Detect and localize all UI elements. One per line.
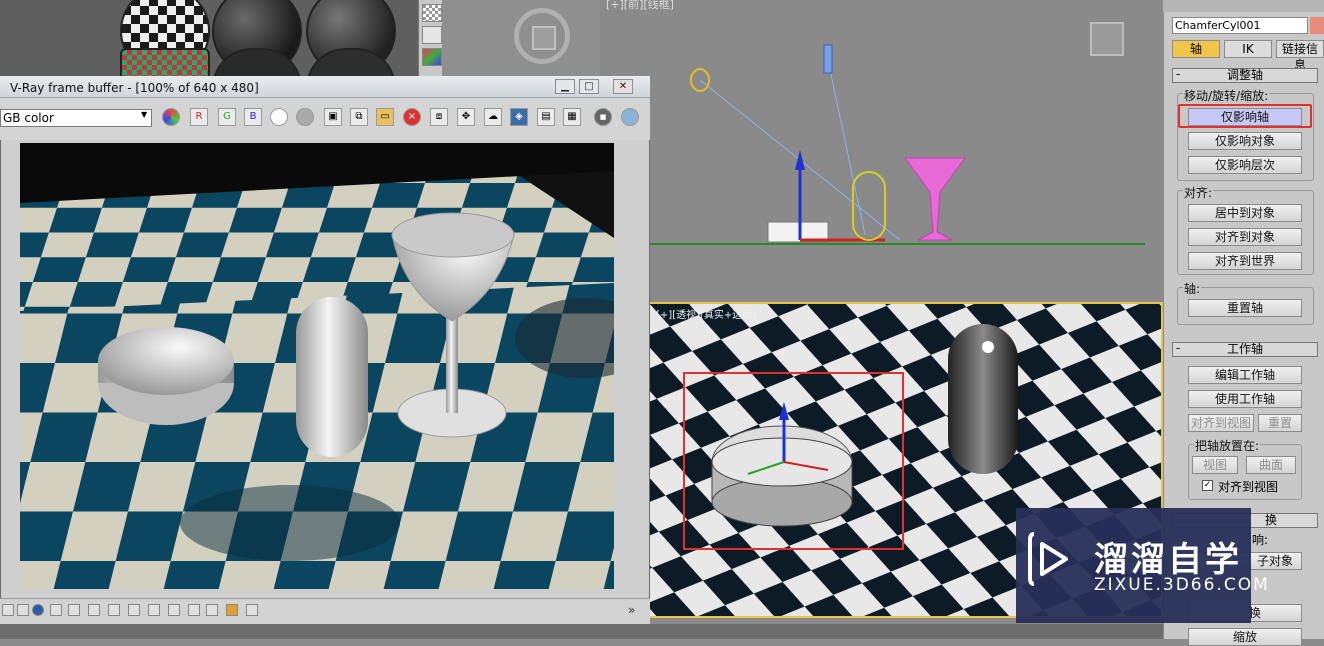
color-channels-icon[interactable] (162, 108, 180, 126)
history-icon[interactable]: ▦ (563, 108, 581, 126)
channel-dropdown-icon[interactable]: ▼ (141, 110, 147, 119)
mono-channel-icon[interactable] (296, 108, 314, 126)
window-maximize-icon[interactable]: □ (579, 79, 599, 94)
align-to-view-button[interactable]: 对齐到视图 (1188, 414, 1254, 432)
tab-link-info[interactable]: 链接信息 (1276, 40, 1324, 72)
expand-chevron-icon[interactable]: » (628, 603, 635, 617)
bottom-tool-12-icon[interactable] (206, 604, 218, 616)
channel-select[interactable]: GB color (0, 109, 152, 127)
surface-button[interactable]: 曲面 (1246, 456, 1296, 474)
tab-pivot[interactable]: 轴 (1172, 40, 1220, 58)
align-to-world-button[interactable]: 对齐到世界 (1188, 252, 1302, 270)
front-viewport-scene (650, 44, 1145, 245)
affect-partial-label: 响: (1252, 533, 1269, 547)
link-to-render-icon[interactable]: ☁ (484, 108, 502, 126)
sample-uv-icon[interactable] (422, 48, 442, 66)
rendered-image[interactable] (20, 143, 614, 589)
lens-effects-icon[interactable] (148, 604, 160, 616)
levels-icon[interactable] (88, 604, 100, 616)
save-image-icon[interactable]: ▣ (324, 108, 342, 126)
vfb-title: V-Ray frame buffer - [100% of 640 x 480] (10, 81, 259, 95)
green-channel-icon[interactable]: G (218, 108, 236, 126)
duplicate-to-mtl-icon[interactable]: ⧈ (430, 108, 448, 126)
align-to-view-check-label: 对齐到视图 (1218, 480, 1279, 494)
rollout-adjust-pivot[interactable]: - 调整轴 (1172, 68, 1318, 83)
rendered-scene (20, 143, 614, 589)
highlight-affect-pivot (1178, 104, 1312, 128)
bottom-tool-13-icon[interactable] (226, 604, 238, 616)
bottom-tool-10-icon[interactable] (168, 604, 180, 616)
bottom-tool-1-icon[interactable] (2, 604, 14, 616)
view-button[interactable]: 视图 (1192, 456, 1238, 474)
bottom-tool-2-icon[interactable] (17, 604, 29, 616)
region-render-icon[interactable]: ◈ (510, 108, 528, 126)
settings-gear-icon[interactable] (128, 604, 140, 616)
curve-icon[interactable] (108, 604, 120, 616)
compare-ab-icon[interactable]: ▤ (537, 108, 555, 126)
command-panel-tabs[interactable] (1163, 0, 1324, 12)
background-checker-icon[interactable] (422, 4, 442, 22)
bottom-tool-14-icon[interactable] (246, 604, 258, 616)
window-minimize-icon[interactable]: ▁ (555, 79, 575, 94)
center-to-object-button[interactable]: 居中到对象 (1188, 204, 1302, 222)
rollout-adjust-pivot-title: 调整轴 (1226, 68, 1263, 82)
material-editor-side-toolbar (418, 0, 443, 78)
h-icon[interactable] (188, 604, 200, 616)
object-name-field[interactable]: ChamferCyl001 (1172, 17, 1308, 34)
bottom-tool-4-icon[interactable] (50, 604, 62, 616)
scale-button[interactable]: 缩放 (1188, 628, 1302, 646)
stop-render-icon[interactable]: ■ (594, 108, 612, 126)
object-color-swatch[interactable] (1310, 17, 1324, 34)
align-to-view-checkbox[interactable]: ✓ (1202, 480, 1213, 491)
blue-channel-icon[interactable]: B (244, 108, 262, 126)
red-channel-icon[interactable]: R (190, 108, 208, 126)
rollout-working-pivot-title: 工作轴 (1226, 342, 1263, 356)
affect-object-only-button[interactable]: 仅影响对象 (1188, 132, 1302, 150)
align-to-object-button[interactable]: 对齐到对象 (1188, 228, 1302, 246)
front-viewcube-icon[interactable] (1090, 22, 1124, 56)
alpha-channel-icon[interactable] (270, 108, 288, 126)
save-all-icon[interactable]: ⧉ (350, 108, 368, 126)
viewcube-icon[interactable] (514, 8, 570, 64)
tab-ik[interactable]: IK (1224, 40, 1272, 58)
clear-image-icon[interactable]: × (403, 108, 421, 126)
front-viewport-label[interactable]: [+][前][线框] (606, 0, 674, 12)
render-icon[interactable] (621, 108, 639, 126)
window-close-icon[interactable]: ✕ (613, 79, 633, 94)
affect-hierarchy-only-button[interactable]: 仅影响层次 (1188, 156, 1302, 174)
perspective-viewport-label[interactable]: [+][透视][真实+边面] (656, 306, 756, 321)
watermark-title: 溜溜自学 (1094, 540, 1242, 580)
pivot-label: 轴: (1183, 280, 1202, 297)
use-working-pivot-button[interactable]: 使用工作轴 (1188, 390, 1302, 408)
place-pivot-label: 把轴放置在: (1194, 437, 1261, 454)
material-slots-strip (0, 0, 420, 92)
align-label: 对齐: (1183, 184, 1214, 201)
bottom-tool-5-icon[interactable] (68, 604, 80, 616)
play-logo-icon (1028, 532, 1068, 586)
track-mouse-icon[interactable]: ✥ (457, 108, 475, 126)
move-group-label: 移动/旋转/缩放: (1183, 87, 1270, 104)
backlight-icon[interactable] (422, 26, 442, 44)
info-icon[interactable] (32, 604, 44, 616)
front-viewport[interactable] (600, 0, 1162, 300)
timeline-strip (0, 624, 1170, 639)
highlight-selection-box (683, 372, 904, 550)
watermark-url: ZIXUE.3D66.COM (1094, 575, 1270, 595)
rollout-working-pivot[interactable]: - 工作轴 (1172, 342, 1318, 357)
load-image-icon[interactable]: ▭ (376, 108, 394, 126)
reset-working-pivot-button[interactable]: 重置 (1258, 414, 1302, 432)
reset-pivot-button[interactable]: 重置轴 (1188, 299, 1302, 317)
edit-working-pivot-button[interactable]: 编辑工作轴 (1188, 366, 1302, 384)
